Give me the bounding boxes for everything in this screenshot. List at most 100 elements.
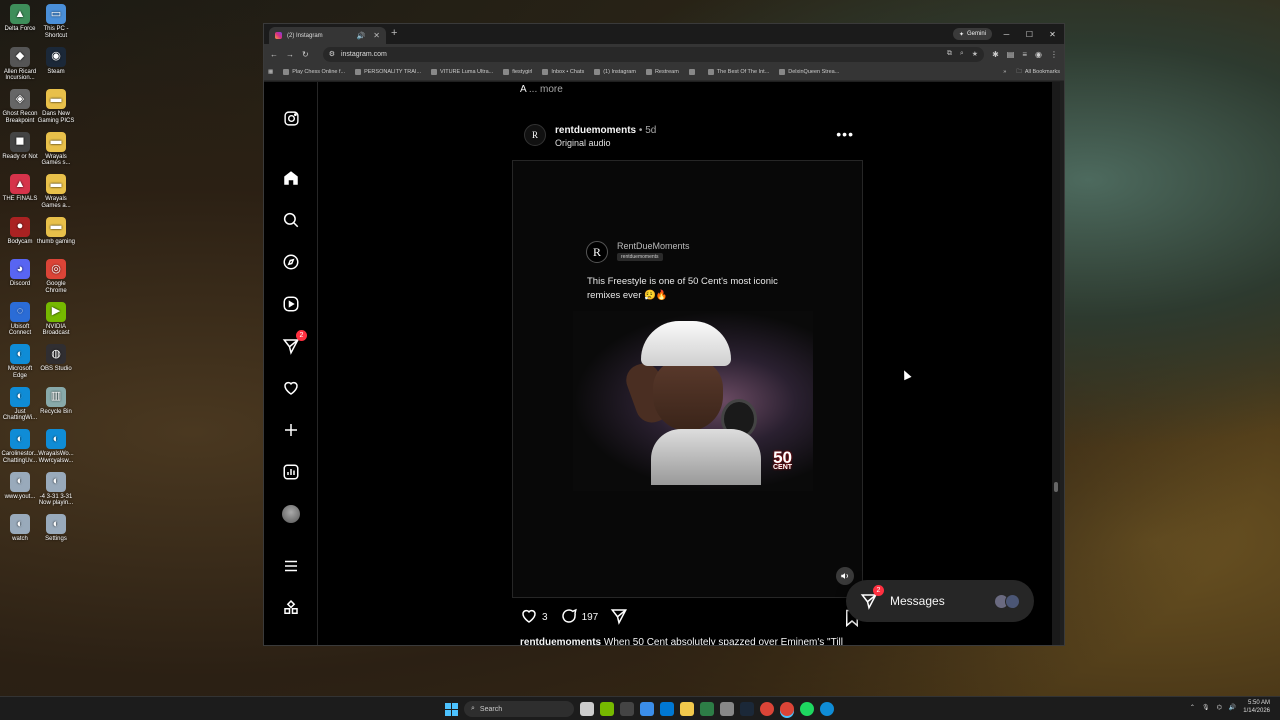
post-username[interactable]: rentduemoments	[555, 125, 636, 136]
share-icon[interactable]	[610, 607, 628, 628]
bookmark-item[interactable]: DelxinQueen Strea...	[779, 69, 839, 75]
desktop-icon[interactable]: ◐ Just ChattingWi...	[0, 386, 40, 423]
start-windows-icon[interactable]	[445, 702, 458, 716]
desktop-icon[interactable]: ◐ Microsoft Edge	[0, 344, 40, 380]
desktop-icon[interactable]: ▬ Wrayals Games s...	[36, 131, 76, 168]
bookmark-item[interactable]: VITURE Luma Ultra...	[431, 69, 493, 75]
copilot-icon[interactable]	[640, 702, 654, 716]
more-link[interactable]: ... more	[529, 84, 563, 95]
bookmark-star-icon[interactable]: ★	[972, 50, 978, 58]
bookmark-item[interactable]: fiestygirl	[503, 69, 532, 75]
volume-icon[interactable]: 🔊	[1229, 704, 1236, 711]
sidepanel-icon[interactable]: ▤	[1007, 50, 1015, 59]
desktop-icon[interactable]: ◆ Allen Ricard Incursion...	[0, 46, 40, 83]
network-icon[interactable]: ⌬	[1217, 704, 1222, 711]
direct-messages-icon[interactable]: 2	[281, 330, 307, 356]
scrollbar-thumb[interactable]	[1054, 482, 1058, 492]
desktop-icon[interactable]: ◌ Ubisoft Connect	[0, 301, 40, 338]
like-count[interactable]: 3	[542, 612, 548, 623]
home-icon[interactable]	[281, 168, 301, 188]
more-menu-icon[interactable]	[281, 556, 301, 576]
bookmark-item[interactable]: Inbox • Chats	[542, 69, 584, 75]
original-audio-link[interactable]: Original audio	[555, 138, 611, 148]
reels-icon[interactable]	[281, 294, 301, 314]
explore-compass-icon[interactable]	[281, 252, 301, 272]
audio-toggle-icon[interactable]	[836, 567, 854, 585]
desktop-icon[interactable]: ▬ thumb gaming	[36, 216, 76, 246]
tray-overflow-icon[interactable]: ⌃	[1190, 704, 1195, 711]
desktop-icon[interactable]: ◉ Steam	[36, 46, 76, 76]
profile-icon[interactable]: ◉	[1035, 50, 1042, 59]
desktop-icon[interactable]: ◐ Carolinestor... ChattingUv...	[0, 429, 40, 465]
chrome-active-icon[interactable]	[780, 702, 794, 716]
desktop-icon[interactable]: ◈ Ghost Recon Breakpoint	[0, 89, 40, 125]
clock[interactable]: 5:50 AM 1/14/2026	[1243, 699, 1270, 715]
edge-icon[interactable]	[820, 702, 834, 716]
bookmark-item[interactable]	[688, 69, 698, 75]
address-bar[interactable]: ⚙ instagram.com ⧉ ⌕ ★	[322, 46, 985, 62]
also-from-meta-icon[interactable]	[281, 598, 301, 618]
file-explorer-icon[interactable]	[680, 702, 694, 716]
post-media[interactable]: R RentDueMoments rentduemoments This Fre…	[512, 160, 863, 598]
minimize-button[interactable]: ─	[995, 24, 1018, 44]
close-tab-icon[interactable]: ✕	[373, 31, 380, 40]
bookmark-item[interactable]: Restream	[645, 69, 679, 75]
desktop-icon[interactable]: ▬ Dans New Gaming PICS	[36, 89, 76, 125]
chrome-icon[interactable]	[760, 702, 774, 716]
messages-button[interactable]: 2 Messages	[846, 580, 1034, 622]
desktop-icon[interactable]: ▭ This PC - Shortcut	[36, 4, 76, 40]
dashboard-icon[interactable]	[281, 462, 301, 482]
desktop-icon[interactable]: ◼ Ready or Not	[0, 131, 40, 161]
extensions-icon[interactable]: ✱	[992, 50, 999, 59]
desktop-icon[interactable]: ◐ WrayalsWo... Wwrcyalsw...	[36, 429, 76, 465]
desktop-icon[interactable]: ▶ NVIDIA Broadcast	[36, 301, 76, 338]
install-icon[interactable]: ⧉	[947, 50, 952, 58]
profile-avatar[interactable]	[281, 504, 301, 524]
back-icon[interactable]: ←	[270, 50, 278, 59]
zoom-icon[interactable]: ⌕	[960, 50, 964, 58]
instagram-logo-icon[interactable]	[281, 108, 301, 128]
desktop-icon[interactable]: ◐ watch	[0, 514, 40, 543]
bookmark-item[interactable]: The Best Of The Int...	[707, 69, 769, 75]
caption-username[interactable]: rentduemoments	[520, 637, 601, 645]
spotify-icon[interactable]	[800, 702, 814, 716]
steam-icon[interactable]	[740, 702, 754, 716]
like-heart-icon[interactable]	[520, 607, 538, 628]
widgets-icon[interactable]	[620, 702, 634, 716]
tab-instagram[interactable]: (2) Instagram 🔊 ✕	[269, 27, 386, 44]
all-bookmarks-folder[interactable]: 🗀 All Bookmarks	[1016, 68, 1060, 77]
desktop-icon[interactable]: ◐ -4 3-31 3-31 Now playin...	[36, 471, 76, 508]
desktop-icon[interactable]: ◐ Settings	[36, 514, 76, 543]
mic-icon[interactable]: 🎙	[1202, 704, 1210, 711]
desktop-icon[interactable]: ◕ Discord	[0, 259, 40, 288]
comment-count[interactable]: 197	[582, 612, 599, 623]
taskbar-search[interactable]: ⌕ Search	[464, 701, 574, 717]
maximize-button[interactable]: ☐	[1018, 24, 1041, 44]
apps-icon[interactable]: ▦	[268, 69, 273, 75]
desktop-icon[interactable]: ▲ THE FINALS	[0, 174, 40, 203]
speaker-icon[interactable]: 🔊	[357, 32, 366, 40]
comment-icon[interactable]	[560, 607, 578, 628]
settings-icon[interactable]	[720, 702, 734, 716]
page-scrollbar[interactable]	[1052, 82, 1060, 645]
search-icon[interactable]	[281, 210, 301, 230]
desktop-icon[interactable]: ▬ Wrayals Games a...	[36, 174, 76, 210]
post-avatar[interactable]: R	[524, 124, 546, 146]
bookmark-item[interactable]: Play Chess Online f...	[283, 69, 345, 75]
desktop-icon[interactable]: ◎ Google Chrome	[36, 259, 76, 295]
bookmark-item[interactable]: (1) Instagram	[594, 69, 636, 75]
desktop-icon[interactable]: ▥ Recycle Bin	[36, 386, 76, 416]
tab-search-icon[interactable]: ≡	[1022, 50, 1027, 59]
reload-icon[interactable]: ↻	[302, 50, 309, 59]
close-window-button[interactable]: ✕	[1041, 24, 1064, 44]
desktop-icon[interactable]: ◐ www.yout...	[0, 471, 40, 501]
desktop-icon[interactable]: ▲ Delta Force	[0, 4, 40, 33]
post-options-icon[interactable]: •••	[836, 126, 854, 142]
bookmark-item[interactable]: PERSONALITY TRAI...	[355, 69, 421, 75]
nvidia-app-icon[interactable]	[600, 702, 614, 716]
xbox-icon[interactable]	[700, 702, 714, 716]
forward-icon[interactable]: →	[286, 50, 294, 59]
site-info-icon[interactable]: ⚙	[329, 50, 335, 58]
gemini-button[interactable]: ✦ Gemini	[952, 28, 992, 40]
new-tab-button[interactable]: +	[391, 27, 397, 39]
